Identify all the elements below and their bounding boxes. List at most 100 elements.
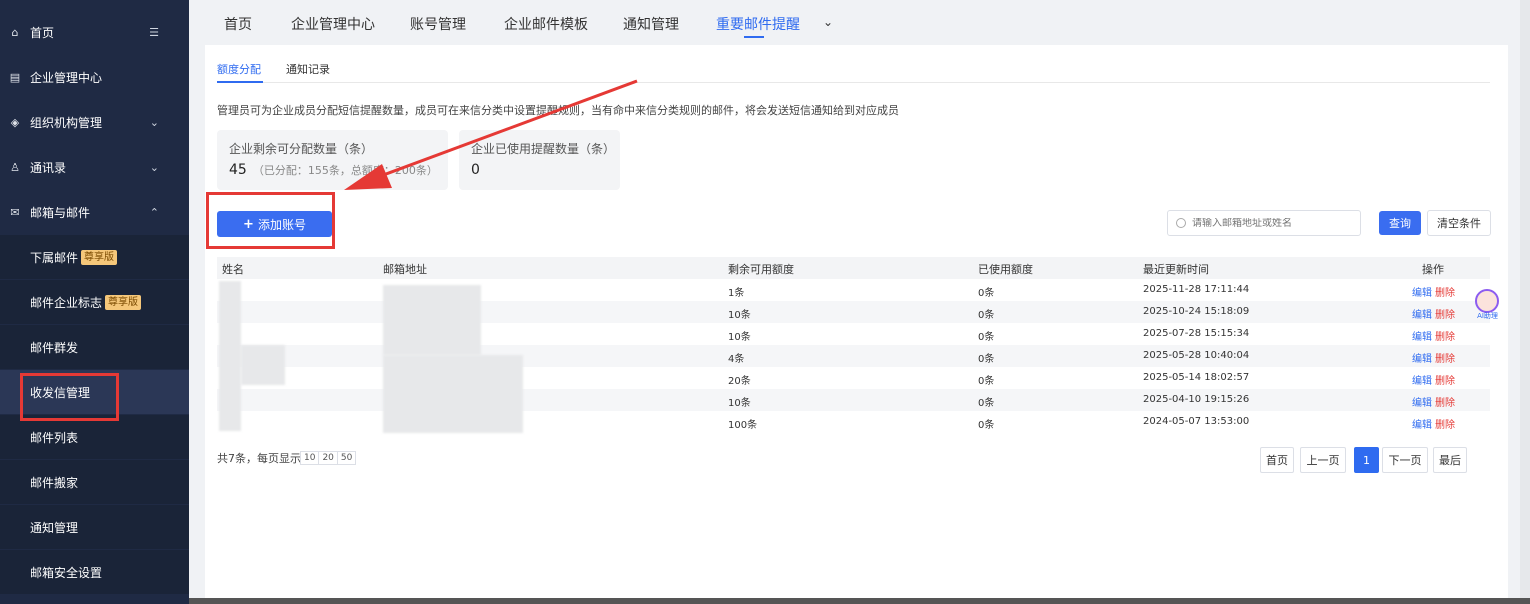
updated-cell: 2025-10-24 15:18:09 [1143,306,1250,317]
card-value-row: 45 （已分配：155条，总额度：200条） [229,162,448,178]
edit-link[interactable]: 编辑 [1412,310,1432,321]
sidebar-item-org[interactable]: ◈ 组织机构管理 ⌄ [0,100,189,144]
used-cell: 0条 [978,332,995,343]
prev-page-button[interactable]: 上一页 [1300,447,1346,473]
actions-cell: 编辑 删除 [1412,394,1455,409]
divider [217,82,1490,83]
add-account-button[interactable]: + 添加账号 [217,211,332,237]
sidebar-item-label: 邮件搬家 [30,475,79,490]
sidebar-item-home[interactable]: ⌂ 首页 ☰ [0,10,189,54]
updated-cell: 2025-07-28 15:15:34 [1143,328,1250,339]
subtab-records[interactable]: 通知记录 [286,61,330,77]
main-panel: 额度分配 通知记录 管理员可为企业成员分配短信提醒数量，成员可在来信分类中设置提… [205,45,1508,604]
assistant-avatar-icon [1475,289,1499,313]
search-input[interactable] [1192,217,1352,229]
sidebar-item-mail-migration[interactable]: 邮件搬家 [0,460,189,504]
delete-link[interactable]: 删除 [1435,420,1455,431]
clear-conditions-button[interactable]: 清空条件 [1427,210,1491,236]
used-cell: 0条 [978,310,995,321]
actions-cell: 编辑 删除 [1412,372,1455,387]
redacted-name-column [241,345,285,385]
delete-link[interactable]: 删除 [1435,288,1455,299]
delete-link[interactable]: 删除 [1435,310,1455,321]
sidebar-item-mail-logo[interactable]: 邮件企业标志 尊享版 [0,280,189,324]
mail-icon: ✉ [10,205,20,219]
total-text: 共7条，每页显示 [217,452,301,465]
search-box[interactable] [1167,210,1361,236]
updated-cell: 2025-05-14 18:02:57 [1143,372,1250,383]
column-header-updated: 最近更新时间 [1143,263,1209,276]
table-header: 姓名 邮箱地址 剩余可用额度 已使用额度 最近更新时间 操作 [217,257,1490,279]
column-header-email: 邮箱地址 [383,263,427,276]
remaining-cell: 4条 [728,354,745,365]
sidebar-item-label: 邮件群发 [30,340,79,355]
edit-link[interactable]: 编辑 [1412,420,1432,431]
sidebar-item-label: 组织机构管理 [30,115,103,130]
active-tab-indicator [744,36,764,38]
column-header-actions: 操作 [1422,263,1444,276]
sidebar-item-label: 邮箱安全设置 [30,565,103,580]
sidebar-item-send-receive[interactable]: 收发信管理 [0,370,189,414]
tab-mail-template[interactable]: 企业邮件模板 [504,14,588,34]
sidebar-item-notification[interactable]: 通知管理 [0,505,189,549]
tab-notification[interactable]: 通知管理 [623,14,679,34]
first-page-button[interactable]: 首页 [1260,447,1294,473]
sidebar-item-security[interactable]: 邮箱安全设置 [0,550,189,594]
page-description: 管理员可为企业成员分配短信提醒数量，成员可在来信分类中设置提醒规则，当有命中来信… [217,104,899,117]
home-icon: ⌂ [11,25,19,39]
delete-link[interactable]: 删除 [1435,376,1455,387]
assistant-label: AI助理 [1477,312,1498,320]
building-icon: ▤ [9,70,21,84]
bottom-bar [189,598,1530,604]
edit-link[interactable]: 编辑 [1412,398,1432,409]
chevron-down-icon[interactable]: ⌄ [823,15,833,29]
sidebar-item-contacts[interactable]: ♙ 通讯录 ⌄ [0,145,189,189]
edit-link[interactable]: 编辑 [1412,332,1432,343]
delete-link[interactable]: 删除 [1435,332,1455,343]
tab-account[interactable]: 账号管理 [410,14,466,34]
sidebar-item-label: 首页 [30,25,55,40]
tab-home[interactable]: 首页 [224,14,252,34]
tab-important-mail[interactable]: 重要邮件提醒 [716,14,800,34]
remaining-cell: 10条 [728,332,751,343]
used-cell: 0条 [978,376,995,387]
delete-link[interactable]: 删除 [1435,354,1455,365]
page-size-option[interactable]: 20 [318,451,338,465]
remaining-cell: 1条 [728,288,745,299]
delete-link[interactable]: 删除 [1435,398,1455,409]
page-size-option[interactable]: 10 [300,451,320,465]
sidebar-item-subordinate-mail[interactable]: 下属邮件 尊享版 [0,235,189,279]
collapse-menu-icon[interactable]: ☰ [149,26,159,39]
current-page-button[interactable]: 1 [1354,447,1379,473]
sidebar-item-mass-mail[interactable]: 邮件群发 [0,325,189,369]
sidebar-item-enterprise-center[interactable]: ▤ 企业管理中心 [0,55,189,99]
actions-cell: 编辑 删除 [1412,306,1455,321]
query-button[interactable]: 查询 [1379,211,1421,235]
card-value-row: 0 [471,162,620,178]
premium-badge: 尊享版 [81,249,118,265]
edit-link[interactable]: 编辑 [1412,354,1432,365]
active-subtab-indicator [217,81,263,83]
tab-enterprise-center[interactable]: 企业管理中心 [291,14,375,34]
edit-link[interactable]: 编辑 [1412,376,1432,387]
used-cell: 0条 [978,288,995,299]
ai-assistant-button[interactable]: AI助理 [1474,289,1501,323]
edit-link[interactable]: 编辑 [1412,288,1432,299]
subtab-quota[interactable]: 额度分配 [217,61,261,77]
sidebar-item-label: 邮箱与邮件 [30,205,91,220]
sidebar-item-mailbox[interactable]: ✉ 邮箱与邮件 ⌃ [0,190,189,234]
last-page-button[interactable]: 最后 [1433,447,1467,473]
updated-cell: 2025-04-10 19:15:26 [1143,394,1250,405]
next-page-button[interactable]: 下一页 [1382,447,1428,473]
used-quota-card: 企业已使用提醒数量（条） 0 [459,130,620,190]
search-icon [1176,218,1186,228]
chevron-down-icon: ⌄ [149,160,159,174]
card-label: 企业剩余可分配数量（条） [229,142,374,156]
used-cell: 0条 [978,420,995,431]
card-value: 45 [229,162,247,178]
sidebar-item-mail-list[interactable]: 邮件列表 [0,415,189,459]
chevron-up-icon: ⌃ [149,205,159,219]
page-size-option[interactable]: 50 [336,451,357,465]
scrollbar-area [1520,0,1530,604]
actions-cell: 编辑 删除 [1412,328,1455,343]
